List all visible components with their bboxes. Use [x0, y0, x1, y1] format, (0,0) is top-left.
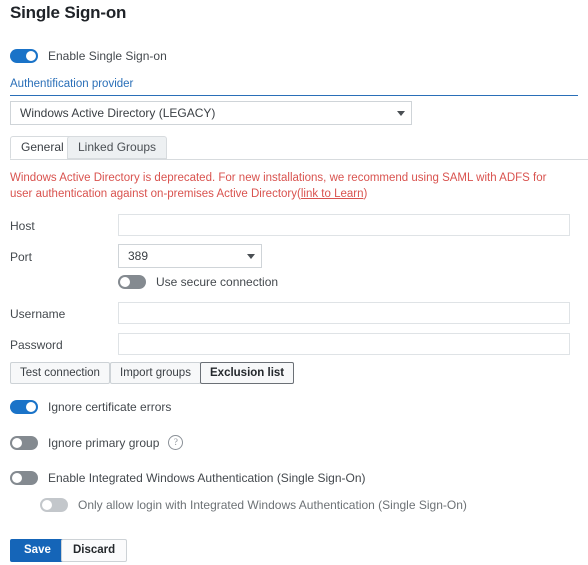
- chevron-down-icon: [397, 110, 405, 116]
- port-label: Port: [10, 250, 33, 264]
- auth-provider-select[interactable]: Windows Active Directory (LEGACY): [10, 101, 412, 125]
- deprecation-warning: Windows Active Directory is deprecated. …: [10, 170, 550, 202]
- sso-settings-page: Single Sign-on Enable Single Sign-on Aut…: [0, 0, 588, 565]
- secure-connection-label: Use secure connection: [156, 275, 279, 289]
- page-title: Single Sign-on: [10, 3, 127, 22]
- only-allow-iwa-toggle[interactable]: [40, 498, 68, 512]
- port-value: 389: [128, 249, 149, 263]
- exclusion-list-button[interactable]: Exclusion list: [200, 362, 295, 384]
- ignore-cert-errors-label: Ignore certificate errors: [48, 400, 172, 414]
- tabstrip: General Linked Groups: [10, 136, 588, 160]
- tab-linked-groups[interactable]: Linked Groups: [67, 136, 168, 159]
- host-label: Host: [10, 219, 35, 233]
- import-groups-button[interactable]: Import groups: [110, 362, 201, 384]
- ignore-primary-group-toggle-row[interactable]: Ignore primary group ?: [10, 435, 184, 450]
- password-input[interactable]: [118, 333, 570, 355]
- ignore-primary-group-label: Ignore primary group: [48, 435, 160, 450]
- port-select[interactable]: 389: [118, 244, 262, 268]
- secure-connection-toggle-row[interactable]: Use secure connection: [118, 275, 278, 289]
- password-label: Password: [10, 338, 63, 352]
- ignore-primary-group-toggle[interactable]: [10, 435, 38, 450]
- enable-sso-label: Enable Single Sign-on: [48, 49, 167, 63]
- enable-sso-toggle[interactable]: [10, 49, 38, 63]
- only-allow-iwa-toggle-row[interactable]: Only allow login with Integrated Windows…: [40, 498, 467, 512]
- enable-sso-toggle-row[interactable]: Enable Single Sign-on: [10, 49, 167, 63]
- enable-iwa-label: Enable Integrated Windows Authentication…: [48, 471, 366, 485]
- username-input[interactable]: [118, 302, 570, 324]
- tab-general[interactable]: General: [10, 136, 75, 159]
- auth-provider-underline: [10, 95, 578, 96]
- save-button[interactable]: Save: [10, 539, 65, 562]
- discard-button[interactable]: Discard: [61, 539, 128, 562]
- username-label: Username: [10, 307, 66, 321]
- test-connection-button[interactable]: Test connection: [10, 362, 110, 384]
- warning-text-after: ): [363, 188, 368, 200]
- learn-link[interactable]: link to Learn: [301, 188, 364, 200]
- host-input[interactable]: [118, 214, 570, 236]
- enable-iwa-toggle-row[interactable]: Enable Integrated Windows Authentication…: [10, 471, 366, 485]
- help-icon[interactable]: ?: [168, 435, 184, 450]
- chevron-down-icon: [247, 253, 255, 259]
- ignore-cert-errors-toggle-row[interactable]: Ignore certificate errors: [10, 400, 171, 414]
- secure-connection-toggle[interactable]: [118, 275, 146, 289]
- auth-provider-value: Windows Active Directory (LEGACY): [20, 106, 216, 120]
- auth-provider-label: Authentification provider: [10, 78, 134, 90]
- ignore-cert-errors-toggle[interactable]: [10, 400, 38, 414]
- only-allow-iwa-label: Only allow login with Integrated Windows…: [78, 498, 467, 512]
- enable-iwa-toggle[interactable]: [10, 471, 38, 485]
- warning-text: Windows Active Directory is deprecated. …: [10, 172, 547, 200]
